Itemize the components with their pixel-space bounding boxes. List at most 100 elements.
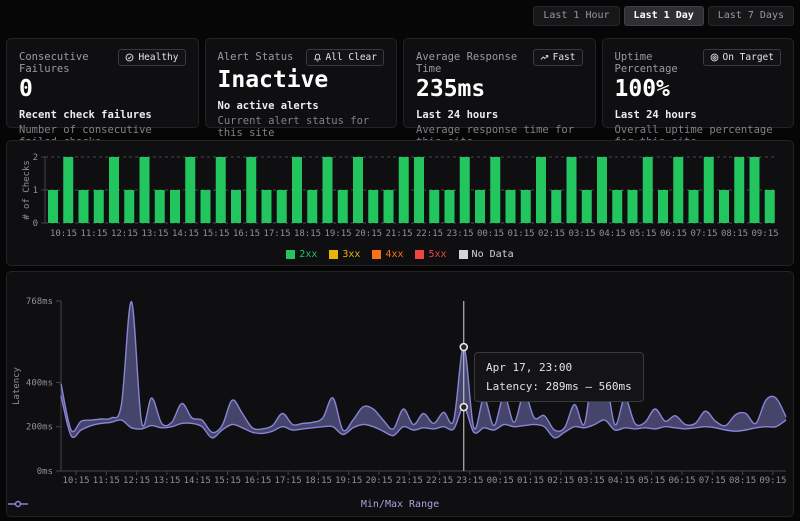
card-subtitle: Last 24 hours <box>416 109 583 121</box>
x-tick-label: 16:15 <box>233 229 260 239</box>
check-bar[interactable] <box>307 190 317 223</box>
status-badge-healthy: Healthy <box>118 49 185 66</box>
check-bar[interactable] <box>94 190 104 223</box>
card-value: 100% <box>615 76 782 102</box>
range-button-last-1-day[interactable]: Last 1 Day <box>624 6 704 26</box>
x-tick-label: 11:15 <box>80 229 107 239</box>
check-bar[interactable] <box>445 190 455 223</box>
x-tick-label: 03:15 <box>568 229 595 239</box>
tooltip-timestamp: Apr 17, 23:00 <box>486 361 632 374</box>
check-bar[interactable] <box>414 157 424 223</box>
check-bar[interactable] <box>719 190 729 223</box>
check-bar[interactable] <box>277 190 287 223</box>
check-bar[interactable] <box>597 157 607 223</box>
check-bar[interactable] <box>765 190 775 223</box>
x-tick-label: 17:15 <box>263 229 290 239</box>
check-bar[interactable] <box>628 190 638 223</box>
x-tick-label: 02:15 <box>547 476 574 486</box>
legend-label: 4xx <box>385 249 403 260</box>
x-tick-label: 07:15 <box>699 476 726 486</box>
x-tick-label: 13:15 <box>153 476 180 486</box>
card-title: Average Response Time <box>416 49 533 75</box>
legend-item-2xx[interactable]: 2xx <box>286 249 317 260</box>
chart-tooltip: Apr 17, 23:00 Latency: 289ms – 560ms <box>474 352 644 402</box>
card-description: Current alert status for this site <box>218 115 385 139</box>
checks-bar-chart-panel: 012# of Checks10:1511:1512:1513:1514:151… <box>6 140 794 266</box>
check-bar[interactable] <box>521 190 531 223</box>
check-bar[interactable] <box>582 190 592 223</box>
check-bar[interactable] <box>231 190 241 223</box>
check-bar[interactable] <box>673 157 683 223</box>
x-tick-label: 15:15 <box>214 476 241 486</box>
check-bar[interactable] <box>246 157 256 223</box>
check-bar[interactable] <box>490 157 500 223</box>
y-tick-label: 0ms <box>37 467 53 477</box>
badge-label: All Clear <box>326 52 377 63</box>
x-tick-label: 08:15 <box>721 229 748 239</box>
x-tick-label: 00:15 <box>487 476 514 486</box>
check-bar[interactable] <box>551 190 561 223</box>
check-bar[interactable] <box>170 190 180 223</box>
check-bar[interactable] <box>567 157 577 223</box>
check-bar[interactable] <box>140 157 150 223</box>
check-bar[interactable] <box>292 157 302 223</box>
latency-range-chart[interactable]: 0ms200ms400ms768msLatency10:1511:1512:15… <box>7 272 793 487</box>
check-bar[interactable] <box>216 157 226 223</box>
time-range-selector: Last 1 Hour Last 1 Day Last 7 Days <box>533 6 794 26</box>
card-title: Alert Status <box>218 49 294 63</box>
check-bar[interactable] <box>48 190 58 223</box>
x-tick-label: 19:15 <box>335 476 362 486</box>
status-badge-on-target: On Target <box>703 49 781 66</box>
check-bar[interactable] <box>643 157 653 223</box>
check-bar[interactable] <box>201 190 211 223</box>
checks-bar-chart[interactable]: 012# of Checks10:1511:1512:1513:1514:151… <box>7 141 793 241</box>
check-bar[interactable] <box>353 157 363 223</box>
card-uptime-percentage: Uptime Percentage On Target 100% Last 24… <box>602 38 795 128</box>
check-bar[interactable] <box>384 190 394 223</box>
check-bar[interactable] <box>612 190 622 223</box>
legend-item-min-max-range[interactable]: Min/Max Range <box>361 499 439 510</box>
check-bar[interactable] <box>399 157 409 223</box>
legend-swatch <box>459 250 468 259</box>
check-bar[interactable] <box>536 157 546 223</box>
legend-label: 2xx <box>299 249 317 260</box>
legend-item-no-data[interactable]: No Data <box>459 249 514 260</box>
range-button-last-7-days[interactable]: Last 7 Days <box>708 6 794 26</box>
check-bar[interactable] <box>658 190 668 223</box>
x-tick-label: 05:15 <box>629 229 656 239</box>
legend-label: Min/Max Range <box>361 499 439 510</box>
legend-item-5xx[interactable]: 5xx <box>415 249 446 260</box>
card-subtitle: Last 24 hours <box>615 109 782 121</box>
check-bar[interactable] <box>63 157 73 223</box>
check-bar[interactable] <box>475 190 485 223</box>
check-bar[interactable] <box>689 190 699 223</box>
check-bar[interactable] <box>155 190 165 223</box>
card-value: Inactive <box>218 67 385 93</box>
check-bar[interactable] <box>323 157 333 223</box>
check-bar[interactable] <box>124 190 134 223</box>
check-bar[interactable] <box>750 157 760 223</box>
x-tick-label: 23:15 <box>456 476 483 486</box>
x-tick-label: 10:15 <box>50 229 77 239</box>
x-tick-label: 21:15 <box>396 476 423 486</box>
check-bar[interactable] <box>429 190 439 223</box>
x-tick-label: 05:15 <box>638 476 665 486</box>
x-tick-label: 01:15 <box>507 229 534 239</box>
check-bar[interactable] <box>262 190 272 223</box>
x-tick-label: 14:15 <box>184 476 211 486</box>
check-bar[interactable] <box>734 157 744 223</box>
check-bar[interactable] <box>704 157 714 223</box>
range-button-last-1-hour[interactable]: Last 1 Hour <box>533 6 619 26</box>
check-bar[interactable] <box>109 157 119 223</box>
check-bar[interactable] <box>338 190 348 223</box>
legend-item-4xx[interactable]: 4xx <box>372 249 403 260</box>
legend-item-3xx[interactable]: 3xx <box>329 249 360 260</box>
check-bar[interactable] <box>185 157 195 223</box>
bell-icon <box>313 53 322 62</box>
badge-label: Fast <box>553 52 576 63</box>
check-bar[interactable] <box>79 190 89 223</box>
check-bar[interactable] <box>506 190 516 223</box>
check-bar[interactable] <box>368 190 378 223</box>
y-tick-label: 200ms <box>26 423 53 433</box>
check-bar[interactable] <box>460 157 470 223</box>
